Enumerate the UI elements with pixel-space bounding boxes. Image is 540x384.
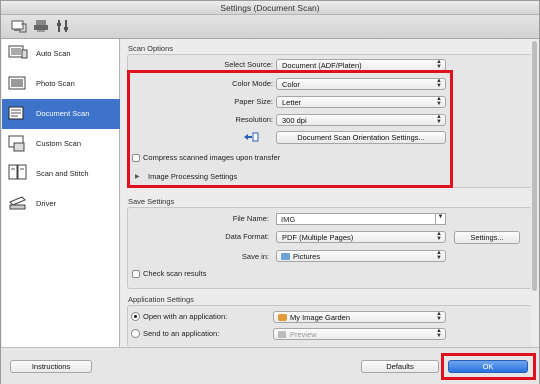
sidebar-item-driver[interactable]: Driver (2, 189, 120, 219)
file-name-field[interactable]: IMG ▼ (276, 213, 446, 225)
scan-from-panel-icon[interactable] (33, 18, 49, 34)
title-bar: Settings (Document Scan) (1, 1, 539, 15)
sidebar-item-document-scan[interactable]: Document Scan (2, 99, 120, 129)
settings-window: Settings (Document Scan) Auto Scan Photo… (0, 0, 540, 384)
send-to-radio[interactable] (131, 329, 140, 338)
data-format-select[interactable]: PDF (Multiple Pages) ▲ ▼ (276, 231, 446, 243)
compress-checkbox[interactable] (132, 154, 140, 162)
compress-label: Compress scanned images upon transfer (143, 153, 281, 162)
sidebar-item-label: Auto Scan (36, 49, 71, 58)
select-arrows-icon: ▲ ▼ (436, 59, 442, 70)
open-with-radio[interactable] (131, 312, 140, 321)
save-in-select[interactable]: Pictures ▲ ▼ (276, 250, 446, 262)
application-settings-title: Application Settings (128, 295, 194, 304)
dropdown-icon[interactable]: ▼ (435, 214, 445, 224)
scan-and-stitch-icon (8, 164, 28, 182)
ok-button[interactable]: OK (448, 360, 528, 373)
save-settings-title: Save Settings (128, 197, 175, 206)
paper-size-label: Paper Size: (234, 97, 273, 106)
select-arrows-icon: ▲ ▼ (436, 114, 442, 125)
select-arrows-icon: ▲ ▼ (436, 231, 442, 242)
sidebar-item-custom-scan[interactable]: Custom Scan (2, 129, 120, 159)
color-mode-label: Color Mode: (232, 79, 273, 88)
save-in-label: Save in: (241, 252, 269, 261)
instructions-button[interactable]: Instructions (10, 360, 92, 373)
content-scrollbar[interactable] (531, 39, 538, 347)
bottom-bar: Instructions Defaults OK (1, 347, 539, 384)
open-with-select[interactable]: My Image Garden ▲ ▼ (273, 311, 446, 323)
select-arrows-icon: ▲ ▼ (436, 250, 442, 261)
orientation-icon (243, 131, 259, 143)
defaults-button[interactable]: Defaults (361, 360, 439, 373)
sidebar-item-label: Scan and Stitch (36, 169, 89, 178)
scan-from-computer-icon[interactable] (11, 18, 27, 34)
sidebar-item-scan-and-stitch[interactable]: Scan and Stitch (2, 159, 120, 189)
custom-scan-icon (8, 134, 28, 152)
select-arrows-icon: ▲ ▼ (436, 328, 442, 339)
orientation-settings-button[interactable]: Document Scan Orientation Settings... (276, 131, 446, 144)
file-name-label: File Name: (232, 214, 269, 223)
folder-icon (281, 253, 290, 260)
scroll-thumb[interactable] (532, 41, 537, 291)
app-icon (278, 314, 287, 321)
open-with-label: Open with an application: (143, 312, 228, 321)
send-to-select[interactable]: Preview ▲ ▼ (273, 328, 446, 340)
resolution-label: Resolution: (235, 115, 273, 124)
scan-mode-sidebar: Auto Scan Photo Scan Document Scan Custo… (2, 39, 120, 347)
image-processing-label[interactable]: Image Processing Settings (148, 172, 237, 181)
sidebar-item-label: Driver (36, 199, 56, 208)
select-source-label: Select Source: (224, 60, 273, 69)
sidebar-item-label: Document Scan (36, 109, 90, 118)
general-settings-icon[interactable] (55, 18, 71, 34)
sidebar-item-label: Photo Scan (36, 79, 75, 88)
settings-content: Scan Options Select Source: Document (AD… (121, 39, 539, 347)
document-scan-icon (8, 104, 28, 122)
resolution-select[interactable]: 300 dpi ▲ ▼ (276, 114, 446, 126)
select-arrows-icon: ▲ ▼ (436, 96, 442, 107)
driver-icon (8, 194, 28, 212)
color-mode-select[interactable]: Color ▲ ▼ (276, 78, 446, 90)
sidebar-item-auto-scan[interactable]: Auto Scan (2, 39, 120, 69)
preview-app-icon (278, 331, 286, 338)
sidebar-item-label: Custom Scan (36, 139, 82, 148)
window-title: Settings (Document Scan) (220, 3, 320, 13)
scan-options-title: Scan Options (128, 44, 174, 53)
photo-scan-icon (8, 74, 28, 92)
check-results-label: Check scan results (143, 269, 207, 278)
send-to-label: Send to an application: (143, 329, 220, 338)
disclosure-triangle-icon[interactable]: ▶ (135, 173, 140, 180)
select-arrows-icon: ▲ ▼ (436, 78, 442, 89)
select-arrows-icon: ▲ ▼ (436, 311, 442, 322)
sidebar-item-photo-scan[interactable]: Photo Scan (2, 69, 120, 99)
auto-scan-icon (8, 44, 28, 62)
paper-size-select[interactable]: Letter ▲ ▼ (276, 96, 446, 108)
check-results-checkbox[interactable] (132, 270, 140, 278)
toolbar (1, 15, 539, 39)
data-format-settings-button[interactable]: Settings... (454, 231, 520, 244)
data-format-label: Data Format: (225, 232, 269, 241)
